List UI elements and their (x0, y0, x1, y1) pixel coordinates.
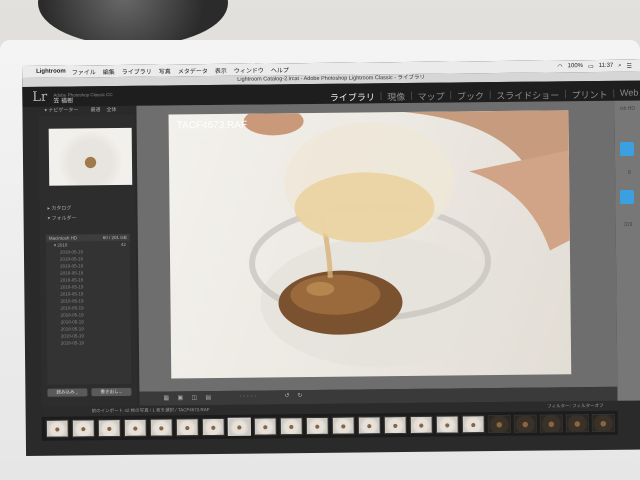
folder-year: 2018 (57, 242, 68, 248)
identity-line2: 笠 福樹 (53, 98, 74, 105)
clock[interactable]: 11:37 (599, 63, 614, 69)
main-photo[interactable]: TACF4673.RAF 2018/05/19 11:09:08 6000 x … (168, 110, 572, 379)
compare-view-icon[interactable]: ◫ (191, 394, 197, 401)
filmstrip-source-path[interactable]: 前のインポート 42 枚の写真 / 1 枚を選択 / TACF4673.RAF (92, 407, 210, 413)
folder-list: Macintosh HD 60 / 201 GB ▾ 2018 42 2018-… (45, 233, 132, 385)
module-web[interactable]: Web (620, 88, 638, 101)
filmstrip-thumb[interactable] (357, 416, 381, 435)
subfolder-row[interactable]: 2018-05-19 (47, 339, 131, 347)
filmstrip-thumb[interactable] (97, 418, 121, 438)
navigator-header[interactable]: ▾ ナビゲーター 最適 全体 (38, 105, 135, 116)
filmstrip-filter: フィルター: フィルターオフ (547, 401, 603, 412)
navigator-preview[interactable] (48, 127, 133, 186)
module-book[interactable]: ブック (457, 89, 484, 102)
menu-photo[interactable]: 写真 (159, 66, 171, 75)
module-print[interactable]: プリント (572, 88, 608, 101)
desktop-label-a: 8 (628, 170, 631, 176)
filmstrip-thumb[interactable] (253, 417, 277, 436)
folders-label: フォルダー (51, 215, 77, 222)
filmstrip-thumb[interactable] (565, 414, 589, 433)
search-icon[interactable]: ⌕ (618, 62, 621, 69)
module-map[interactable]: マップ (417, 90, 445, 103)
export-button[interactable]: 書き出し... (91, 387, 132, 397)
desktop-drive-label: ish HD (620, 106, 636, 112)
photo-filename: TACF4673.RAF (176, 119, 248, 132)
filmstrip-thumb[interactable] (591, 413, 615, 433)
module-slideshow[interactable]: スライドショー (496, 88, 559, 102)
menu-library[interactable]: ライブラリ (122, 66, 152, 75)
identity-plate: Adobe Photoshop Classic CC 笠 福樹 (53, 92, 112, 105)
filmstrip-thumb[interactable] (409, 415, 433, 434)
rotate-right-icon[interactable]: ↻ (297, 392, 302, 399)
menu-edit[interactable]: 編集 (103, 67, 115, 76)
grid-view-icon[interactable]: ▦ (163, 394, 169, 401)
menu-metadata[interactable]: メタデータ (178, 66, 208, 75)
photo-honey-bowl (243, 110, 570, 368)
filter-value[interactable]: フィルターオフ (572, 403, 603, 408)
catalog-label: カタログ (51, 205, 72, 212)
filmstrip-thumb[interactable] (513, 414, 537, 433)
filmstrip-thumb[interactable] (227, 417, 251, 436)
catalog-header[interactable]: ▸ カタログ (39, 204, 135, 214)
filmstrip-thumb[interactable] (45, 419, 69, 438)
desktop-label-b: 319 (624, 222, 633, 228)
filmstrip-thumb[interactable] (201, 417, 225, 437)
menu-file[interactable]: ファイル (72, 67, 96, 76)
filter-label: フィルター: (547, 403, 571, 409)
filmstrip-thumb[interactable] (149, 418, 173, 437)
module-library[interactable]: ライブラリ (330, 90, 375, 103)
filmstrip-thumb[interactable] (123, 418, 147, 437)
survey-view-icon[interactable]: ▤ (205, 394, 211, 401)
folders-header[interactable]: ▾ フォルダー (40, 214, 136, 224)
menu-help[interactable]: ヘルプ (271, 65, 289, 74)
filmstrip-thumb[interactable] (71, 419, 95, 438)
photo-dimensions: 6000 x 4000 (176, 140, 210, 147)
filmstrip-thumb[interactable] (487, 414, 511, 434)
loupe-view-icon[interactable]: ▣ (177, 394, 183, 401)
menu-view[interactable]: 表示 (215, 65, 227, 74)
filmstrip-thumb[interactable] (279, 417, 303, 436)
navigator-label: ナビゲーター (48, 107, 79, 114)
rating-stars[interactable]: · · · · · (239, 394, 256, 400)
menu-window[interactable]: ウィンドウ (234, 65, 264, 74)
filmstrip-thumb[interactable] (383, 415, 407, 435)
zoom-fill[interactable]: 全体 (106, 106, 116, 115)
filmstrip-thumb[interactable] (539, 414, 563, 433)
desktop-folder-icon[interactable] (620, 142, 634, 156)
filmstrip-thumb[interactable] (331, 416, 355, 435)
lightroom-logo-icon: Lr (32, 89, 48, 105)
filmstrip-thumb[interactable] (461, 415, 485, 434)
left-panel: ▾ ナビゲーター 最適 全体 ▸ カタログ ▾ フォルダー Macintosh … (38, 105, 138, 407)
photo-info-overlay: TACF4673.RAF 2018/05/19 11:09:08 6000 x … (177, 120, 248, 148)
subfolder-list: 2018-05-19 2018-05-19 2018-05-19 2018-05-19… (46, 248, 131, 347)
zoom-fit[interactable]: 最適 (90, 106, 100, 115)
import-button[interactable]: 読み込み... (47, 388, 88, 397)
module-develop[interactable]: 現像 (387, 90, 405, 103)
volume-name: Macintosh HD (48, 235, 78, 241)
import-export-bar: 読み込み... 書き出し... (47, 387, 132, 397)
rotate-left-icon[interactable]: ↺ (284, 392, 289, 399)
menu-app-name[interactable]: Lightroom (36, 69, 66, 75)
loupe-view: TACF4673.RAF 2018/05/19 11:09:08 6000 x … (136, 100, 618, 392)
battery-icon[interactable]: ▭ (588, 63, 594, 70)
monitor-screen: Lightroom ファイル 編集 ライブラリ 写真 メタデータ 表示 ウィンド… (22, 59, 640, 456)
filmstrip-thumb[interactable] (305, 416, 329, 436)
folder-count: 42 (120, 241, 126, 247)
filmstrip (41, 410, 618, 441)
filmstrip-thumb[interactable] (435, 415, 459, 434)
desktop-folder-icon-2[interactable] (620, 190, 634, 204)
filmstrip-thumb[interactable] (175, 418, 199, 437)
wifi-icon[interactable]: ◠ (557, 63, 562, 70)
menu-list-icon[interactable]: ☰ (627, 62, 632, 69)
battery-level[interactable]: 100% (568, 63, 583, 69)
